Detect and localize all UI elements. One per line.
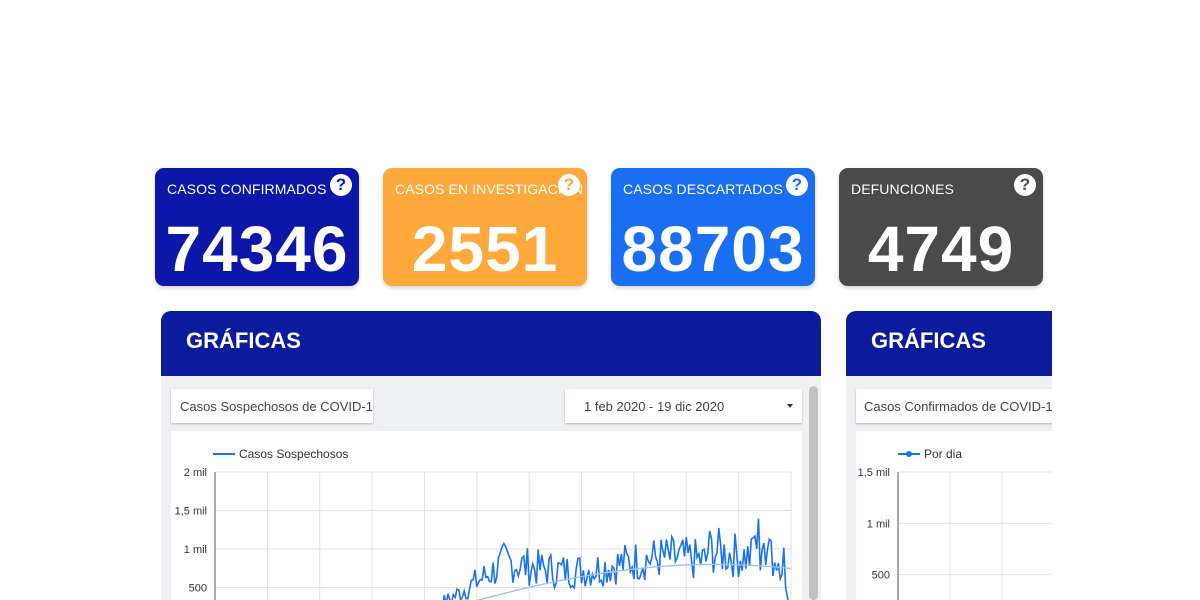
dataset-label: Casos Confirmados de COVID-19 — [864, 398, 1052, 414]
suspected-cases-panel: GRÁFICAS Casos Sospechosos de COVID-19 1… — [161, 311, 821, 600]
y-tick-label: 500 — [189, 583, 207, 595]
y-tick-label: 500 — [872, 570, 890, 582]
y-tick-label: 1 mil — [867, 518, 890, 530]
card-title: CASOS CONFIRMADOS — [167, 181, 327, 197]
discarded-cases-card: CASOS DESCARTADOS ? 88703 — [611, 168, 815, 286]
confirmed-cases-chart: 1,5 mil 1 mil 500 — [858, 467, 1052, 600]
confirmed-cases-card: CASOS CONFIRMADOS ? 74346 — [155, 168, 359, 286]
y-tick-label: 2 mil — [184, 467, 207, 479]
card-title: CASOS DESCARTADOS — [623, 181, 783, 197]
date-range-dropdown[interactable]: 1 feb 2020 - 19 dic 2020 — [565, 389, 802, 423]
panel-title: GRÁFICAS — [161, 311, 821, 376]
chart-container: Por dia 1,5 mil 1 mil 500 — [856, 431, 1052, 600]
y-tick-label: 1,5 mil — [175, 506, 207, 518]
y-tick-label: 1 mil — [184, 544, 207, 556]
card-title: DEFUNCIONES — [851, 181, 954, 197]
chart-container: Casos Sospechosos 2 mil 1,5 mil 1 mil 500 — [171, 431, 802, 600]
dataset-label: Casos Sospechosos de COVID-19 — [180, 398, 373, 414]
card-value: 88703 — [621, 213, 805, 285]
help-icon[interactable]: ? — [786, 174, 808, 196]
card-title: CASOS EN INVESTIGACIÓN — [395, 181, 584, 197]
deaths-card: DEFUNCIONES ? 4749 — [839, 168, 1043, 286]
help-icon[interactable]: ? — [558, 174, 580, 196]
date-range-label: 1 feb 2020 - 19 dic 2020 — [584, 398, 725, 414]
y-tick-label: 1,5 mil — [858, 467, 890, 479]
investigation-cases-card: CASOS EN INVESTIGACIÓN ? 2551 — [383, 168, 587, 286]
series-line-trend — [476, 563, 792, 600]
dataset-selector[interactable]: Casos Sospechosos de COVID-19 — [171, 389, 373, 423]
scrollbar[interactable] — [806, 376, 821, 600]
panel-body: Casos Confirmados de COVID-19 Por dia 1,… — [846, 376, 1052, 600]
dataset-selector[interactable]: Casos Confirmados de COVID-19 — [856, 389, 1052, 423]
card-value: 2551 — [411, 213, 559, 285]
card-value: 74346 — [165, 213, 349, 285]
help-icon[interactable]: ? — [1014, 174, 1036, 196]
help-icon[interactable]: ? — [330, 174, 352, 196]
scrollbar-thumb[interactable] — [809, 386, 818, 600]
panel-body: Casos Sospechosos de COVID-19 1 feb 2020… — [161, 376, 821, 600]
suspected-cases-chart: 2 mil 1,5 mil 1 mil 500 — [175, 467, 792, 600]
panel-title: GRÁFICAS — [846, 311, 1052, 376]
caret-down-icon — [787, 404, 793, 408]
card-value: 4749 — [867, 213, 1015, 285]
confirmed-cases-panel: GRÁFICAS Casos Confirmados de COVID-19 P… — [846, 311, 1052, 600]
